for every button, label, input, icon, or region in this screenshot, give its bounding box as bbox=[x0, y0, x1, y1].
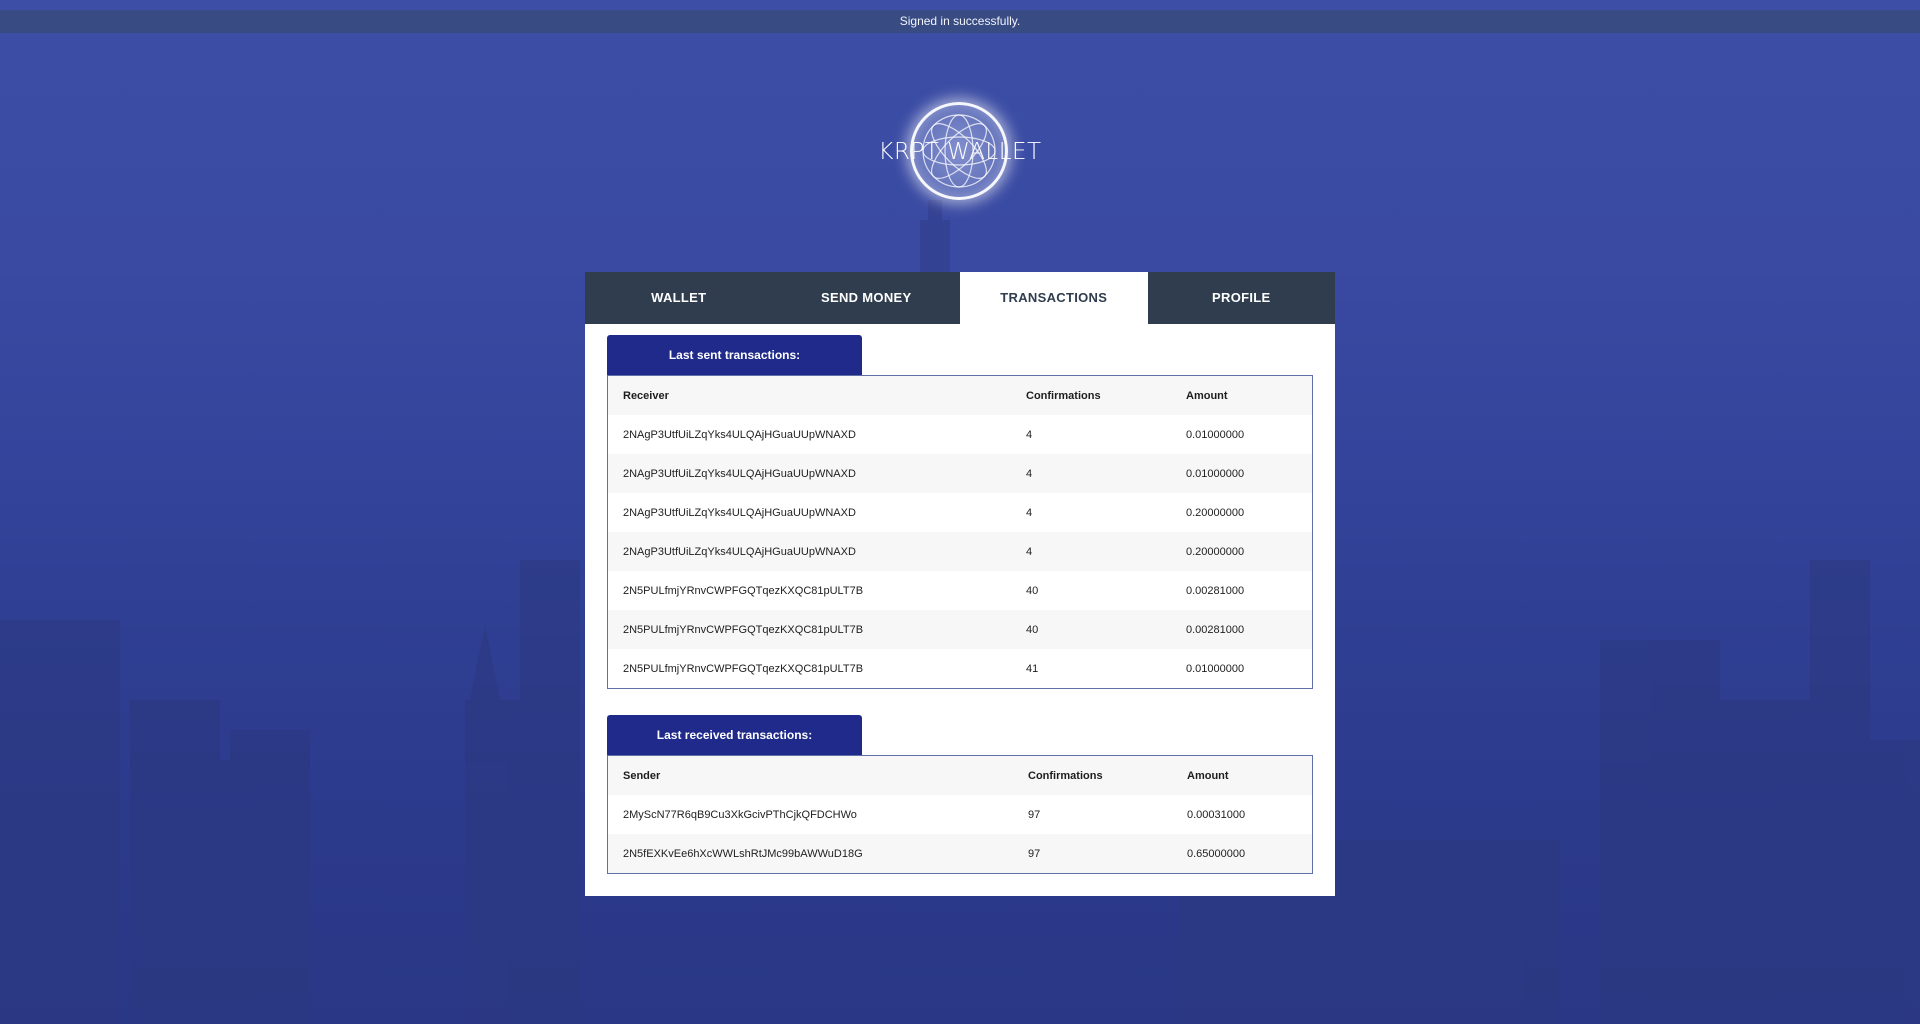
notification-bar: Signed in successfully. bbox=[0, 10, 1920, 33]
receiver-cell: 2N5PULfmjYRnvCWPFGQTqezKXQC81pULT7B bbox=[623, 662, 864, 675]
brand-title: KRPT WALLET bbox=[878, 139, 1042, 165]
tab-transactions[interactable]: TRANSACTIONS bbox=[960, 272, 1148, 324]
amount-cell: 0.00031000 bbox=[1187, 808, 1246, 821]
confirmations-cell: 4 bbox=[1011, 454, 1171, 493]
notification-text: Signed in successfully. bbox=[899, 14, 1021, 28]
table-row: 2NAgP3UtfUiLZqYks4ULQAjHGuaUUpWNAXD 4 0.… bbox=[608, 532, 1312, 571]
received-transactions-section: Last received transactions: Sender Confi… bbox=[607, 715, 1313, 874]
received-transactions-table: Sender Confirmations Amount 2MyScN77R6qB… bbox=[608, 756, 1312, 873]
tab-bar: WALLET SEND MONEY TRANSACTIONS PROFILE bbox=[585, 272, 1335, 324]
amount-cell: 0.20000000 bbox=[1186, 506, 1245, 519]
table-row: 2NAgP3UtfUiLZqYks4ULQAjHGuaUUpWNAXD 4 0.… bbox=[608, 493, 1312, 532]
sent-transactions-table-box: Receiver Confirmations Amount 2NAgP3UtfU… bbox=[607, 375, 1313, 689]
receiver-cell: 2NAgP3UtfUiLZqYks4ULQAjHGuaUUpWNAXD bbox=[623, 428, 856, 441]
confirmations-cell: 40 bbox=[1026, 584, 1039, 597]
receiver-cell: 2NAgP3UtfUiLZqYks4ULQAjHGuaUUpWNAXD bbox=[608, 532, 1011, 571]
sent-transactions-heading: Last sent transactions: bbox=[607, 335, 862, 375]
confirmations-cell: 97 bbox=[1013, 834, 1172, 873]
table-row: 2NAgP3UtfUiLZqYks4ULQAjHGuaUUpWNAXD 4 0.… bbox=[608, 415, 1312, 454]
receiver-cell: 2NAgP3UtfUiLZqYks4ULQAjHGuaUUpWNAXD bbox=[608, 454, 1011, 493]
column-header-confirmations: Confirmations bbox=[1011, 376, 1171, 415]
amount-cell: 0.01000000 bbox=[1171, 454, 1312, 493]
received-transactions-heading: Last received transactions: bbox=[607, 715, 862, 755]
confirmations-cell: 4 bbox=[1011, 532, 1171, 571]
amount-cell: 0.01000000 bbox=[1186, 428, 1245, 441]
tab-wallet[interactable]: WALLET bbox=[585, 272, 773, 324]
column-header-receiver: Receiver bbox=[608, 376, 1011, 415]
brand-logo: KRPT WALLET bbox=[860, 97, 1060, 207]
confirmations-cell: 4 bbox=[1026, 506, 1033, 519]
sent-transactions-table: Receiver Confirmations Amount 2NAgP3UtfU… bbox=[608, 376, 1312, 688]
receiver-cell: 2NAgP3UtfUiLZqYks4ULQAjHGuaUUpWNAXD bbox=[623, 506, 856, 519]
main-panel: WALLET SEND MONEY TRANSACTIONS PROFILE L… bbox=[585, 272, 1335, 896]
sender-cell: 2MyScN77R6qB9Cu3XkGcivPThCjkQFDCHWo bbox=[623, 808, 857, 821]
column-header-amount: Amount bbox=[1172, 756, 1312, 795]
confirmations-cell: 40 bbox=[1011, 610, 1171, 649]
table-row: 2N5PULfmjYRnvCWPFGQTqezKXQC81pULT7B 40 0… bbox=[608, 571, 1312, 610]
table-row: 2N5fEXKvEe6hXcWWLshRtJMc99bAWWuD18G 97 0… bbox=[608, 834, 1312, 873]
amount-cell: 0.65000000 bbox=[1172, 834, 1312, 873]
amount-cell: 0.20000000 bbox=[1171, 532, 1312, 571]
table-header-row: Sender Confirmations Amount bbox=[608, 756, 1312, 795]
sender-cell: 2N5fEXKvEe6hXcWWLshRtJMc99bAWWuD18G bbox=[608, 834, 1013, 873]
table-row: 2NAgP3UtfUiLZqYks4ULQAjHGuaUUpWNAXD 4 0.… bbox=[608, 454, 1312, 493]
amount-cell: 0.01000000 bbox=[1186, 662, 1245, 675]
receiver-cell: 2N5PULfmjYRnvCWPFGQTqezKXQC81pULT7B bbox=[608, 610, 1011, 649]
table-row: 2N5PULfmjYRnvCWPFGQTqezKXQC81pULT7B 40 0… bbox=[608, 610, 1312, 649]
tab-send-money[interactable]: SEND MONEY bbox=[772, 272, 960, 324]
confirmations-cell: 4 bbox=[1026, 428, 1033, 441]
sent-transactions-section: Last sent transactions: Receiver Confirm… bbox=[607, 335, 1313, 689]
tab-profile[interactable]: PROFILE bbox=[1147, 272, 1335, 324]
amount-cell: 0.00281000 bbox=[1186, 584, 1245, 597]
amount-cell: 0.00281000 bbox=[1171, 610, 1312, 649]
table-header-row: Receiver Confirmations Amount bbox=[608, 376, 1312, 415]
receiver-cell: 2N5PULfmjYRnvCWPFGQTqezKXQC81pULT7B bbox=[623, 584, 864, 597]
table-row: 2MyScN77R6qB9Cu3XkGcivPThCjkQFDCHWo 97 0… bbox=[608, 795, 1312, 834]
confirmations-cell: 97 bbox=[1028, 808, 1041, 821]
received-transactions-table-box: Sender Confirmations Amount 2MyScN77R6qB… bbox=[607, 755, 1313, 874]
column-header-sender: Sender bbox=[608, 756, 1013, 795]
table-row: 2N5PULfmjYRnvCWPFGQTqezKXQC81pULT7B 41 0… bbox=[608, 649, 1312, 688]
column-header-amount: Amount bbox=[1171, 376, 1312, 415]
column-header-confirmations: Confirmations bbox=[1013, 756, 1172, 795]
confirmations-cell: 41 bbox=[1026, 662, 1039, 675]
